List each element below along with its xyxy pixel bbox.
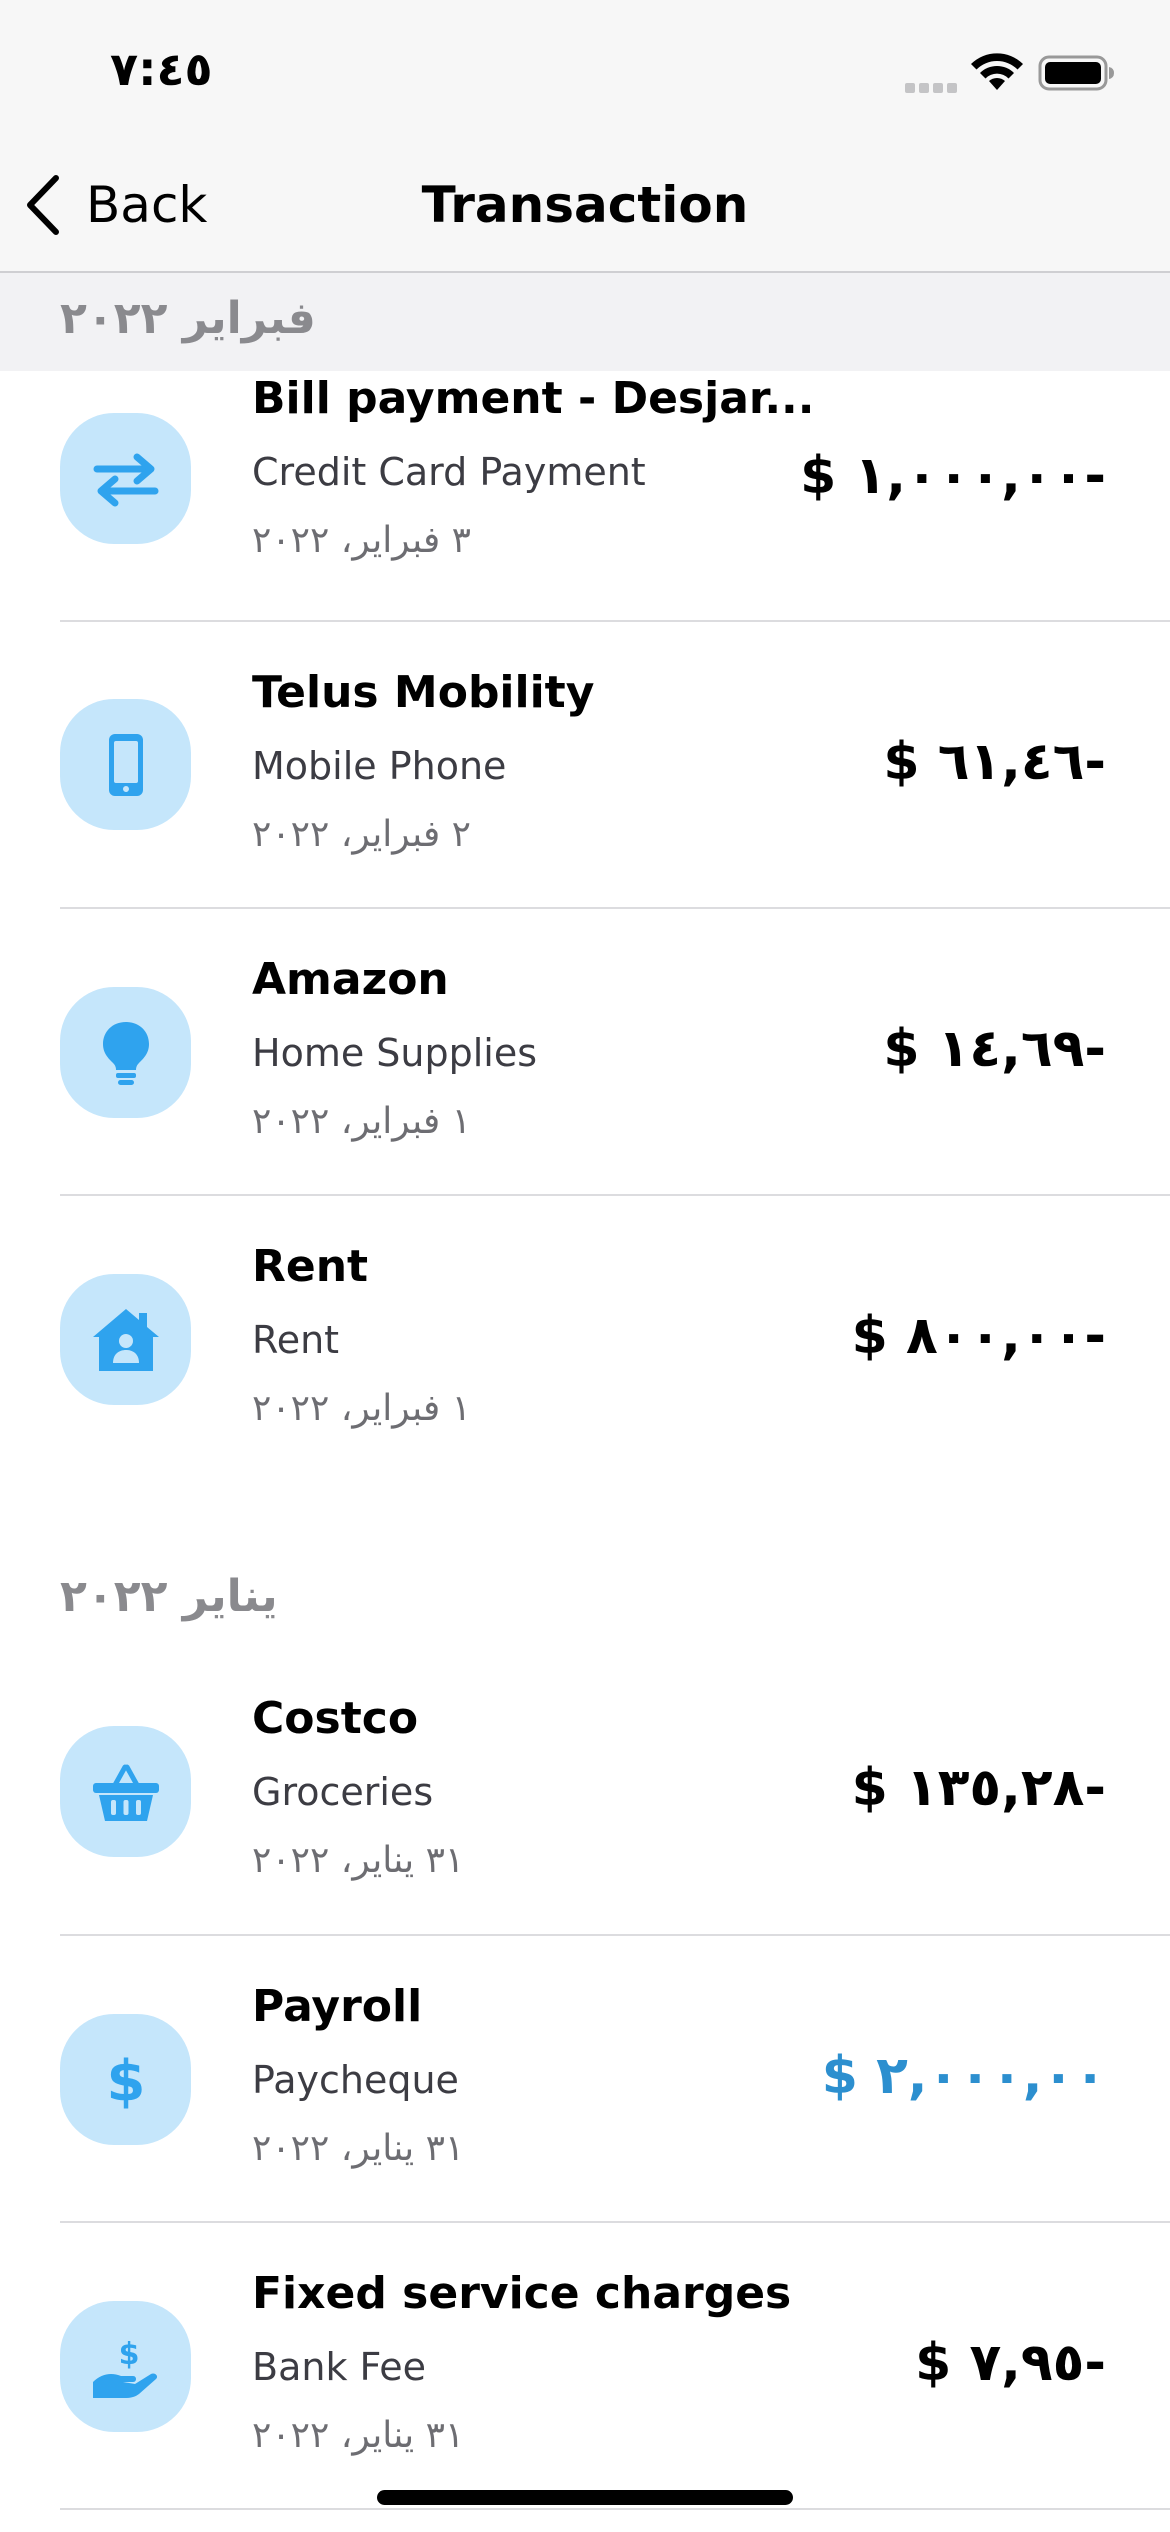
transfer-arrows-icon: [93, 453, 158, 506]
transaction-icon-badge: [60, 699, 191, 830]
transaction-date: ٣ فبراير، ٢٠٢٢: [252, 520, 472, 561]
transaction-date: ١ فبراير، ٢٠٢٢: [252, 1101, 472, 1142]
transaction-date: ٢ فبراير، ٢٠٢٢: [252, 814, 472, 855]
transaction-name: Amazon: [252, 954, 449, 1005]
transaction-row[interactable]: Rent Rent ١ فبراير، ٢٠٢٢ $ ٨٠٠,٠٠-: [0, 1196, 1170, 1483]
transaction-category: Groceries: [252, 1770, 434, 1814]
section-header-january: يناير ٢٠٢٢: [0, 1552, 1170, 1642]
transaction-category: Paycheque: [252, 2058, 459, 2102]
transaction-icon-badge: [60, 1726, 191, 1857]
svg-text:$: $: [106, 2049, 145, 2114]
page-title: Transaction: [421, 176, 749, 234]
basket-icon: [92, 1764, 159, 1821]
svg-text:$: $: [118, 2337, 139, 2372]
transaction-name: Rent: [252, 1241, 369, 1292]
mobile-phone-icon: [108, 733, 143, 796]
transaction-amount: $ ١٣٥,٢٨-: [851, 1758, 1106, 1818]
wifi-icon: [971, 53, 1023, 90]
transaction-amount: $ ١٤,٦٩-: [883, 1019, 1106, 1079]
transaction-category: Home Supplies: [252, 1031, 538, 1075]
home-indicator[interactable]: [377, 2490, 793, 2505]
status-bar: ٧:٤٥: [0, 0, 1170, 140]
top-chrome: ٧:٤٥ Back Transaction: [0, 0, 1170, 273]
transaction-text: Rent Rent ١ فبراير، ٢٠٢٢: [252, 1241, 892, 1429]
hand-dollar-icon: $: [92, 2337, 157, 2398]
transaction-row[interactable]: Amazon Home Supplies ١ فبراير، ٢٠٢٢ $ ١٤…: [0, 909, 1170, 1196]
transaction-name: Fixed service charges: [252, 2268, 792, 2319]
section-header-february: فبراير ٢٠٢٢: [0, 273, 1170, 371]
dollar-icon: $: [106, 2049, 145, 2114]
transaction-row[interactable]: $ Fixed service charges Bank Fee ٣١ يناي…: [0, 2223, 1170, 2510]
transaction-category: Mobile Phone: [252, 744, 507, 788]
cellular-signal-icon: [905, 83, 957, 93]
transaction-date: ٣١ يناير، ٢٠٢٢: [252, 2415, 465, 2456]
transaction-icon-badge: [60, 1274, 191, 1405]
transaction-text: Fixed service charges Bank Fee ٣١ يناير،…: [252, 2268, 892, 2456]
transaction-amount: $ ٢,٠٠٠,٠٠: [821, 2046, 1106, 2106]
transaction-date: ٣١ يناير، ٢٠٢٢: [252, 2128, 465, 2169]
lightbulb-icon: [102, 1021, 149, 1085]
row-divider: [60, 2508, 1170, 2510]
transaction-name: Telus Mobility: [252, 667, 595, 718]
transaction-text: Payroll Paycheque ٣١ يناير، ٢٠٢٢: [252, 1981, 892, 2169]
status-time: ٧:٤٥: [110, 42, 213, 96]
transaction-category: Credit Card Payment: [252, 450, 646, 494]
transaction-amount: $ ٧,٩٥-: [915, 2333, 1106, 2393]
transaction-amount: $ ١,٠٠٠,٠٠-: [800, 446, 1106, 506]
transaction-text: Telus Mobility Mobile Phone ٢ فبراير، ٢٠…: [252, 667, 892, 855]
transaction-category: Rent: [252, 1318, 340, 1362]
transaction-row[interactable]: Costco Groceries ٣١ يناير، ٢٠٢٢ $ ١٣٥,٢٨…: [0, 1648, 1170, 1935]
transaction-amount: $ ٨٠٠,٠٠-: [851, 1306, 1106, 1366]
transaction-icon-badge: [60, 987, 191, 1118]
transaction-name: Costco: [252, 1693, 419, 1744]
transaction-date: ١ فبراير، ٢٠٢٢: [252, 1388, 472, 1429]
transaction-amount: $ ٦١,٤٦-: [883, 732, 1106, 792]
transaction-date: ٣١ يناير، ٢٠٢٢: [252, 1840, 465, 1881]
navigation-bar: Back Transaction: [0, 140, 1170, 273]
transaction-text: Amazon Home Supplies ١ فبراير، ٢٠٢٢: [252, 954, 892, 1142]
battery-icon: [1038, 55, 1114, 91]
transaction-icon-badge: $: [60, 2301, 191, 2432]
transaction-text: Costco Groceries ٣١ يناير، ٢٠٢٢: [252, 1693, 892, 1881]
house-person-icon: [92, 1308, 159, 1371]
transaction-row[interactable]: Bill payment - Desjar... Credit Card Pay…: [0, 371, 1170, 621]
transaction-row[interactable]: Telus Mobility Mobile Phone ٢ فبراير، ٢٠…: [0, 622, 1170, 909]
transaction-row[interactable]: $ Payroll Paycheque ٣١ يناير، ٢٠٢٢ $ ٢,٠…: [0, 1936, 1170, 2223]
transaction-name: Payroll: [252, 1981, 423, 2032]
transaction-text: Bill payment - Desjar... Credit Card Pay…: [252, 373, 892, 561]
transaction-icon-badge: $: [60, 2014, 191, 2145]
transaction-category: Bank Fee: [252, 2345, 427, 2389]
transaction-name: Bill payment - Desjar...: [252, 373, 815, 424]
transaction-icon-badge: [60, 413, 191, 544]
